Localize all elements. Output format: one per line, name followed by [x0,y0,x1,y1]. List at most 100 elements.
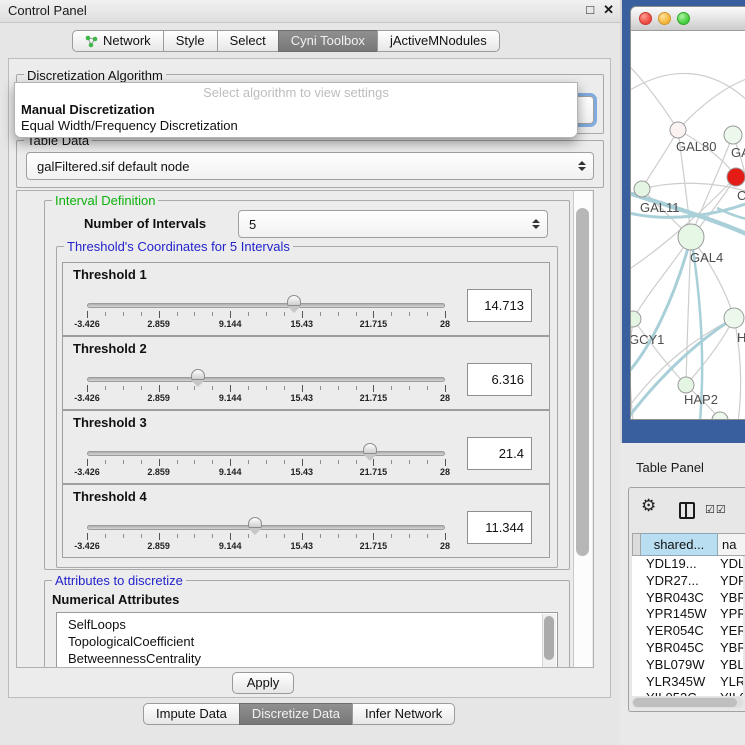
gear-icon[interactable]: ⚙ [641,496,656,516]
tick-mark [445,385,446,392]
float-window-icon[interactable]: □ [586,2,594,18]
attribute-item-topologicalcoefficient[interactable]: TopologicalCoefficient [57,633,557,650]
slider-track [87,525,445,530]
control-panel-titlebar: Control Panel □ ✕ [0,0,620,23]
slider-thumb[interactable] [191,369,205,380]
table-row[interactable]: YBR045CYBR0 [632,640,743,657]
discretization-algorithm-label: Discretization Algorithm [24,68,166,83]
tab-label: Style [176,31,205,51]
tick-label: 9.144 [219,467,242,477]
network-node[interactable] [678,224,704,250]
control-panel-window: Control Panel □ ✕ Network Style SelectCyni… [0,0,620,745]
tick-mark [105,534,106,538]
threshold-value-field[interactable]: 14.713 [467,289,532,322]
table-horizontal-scrollbar[interactable] [632,697,743,708]
cell-shared-name: YDR27... [632,573,720,590]
network-node[interactable] [678,377,694,393]
table-rows[interactable]: YDL19...YDL1YDR27...YDR2YBR043CYBR0YPR14… [632,556,743,696]
close-traffic-light-icon[interactable] [639,12,652,25]
threshold-value-field[interactable]: 11.344 [467,511,532,544]
table-row[interactable]: YIL052CYIL0 [632,690,743,696]
network-node-label: GAL80 [676,139,716,154]
number-of-intervals-combobox[interactable]: 5 [238,210,548,238]
slider-thumb[interactable] [363,443,377,454]
threshold-panel-4: Threshold 4-3.4262.8599.14415.4321.71528… [62,484,550,558]
tab-infer-network[interactable]: Infer Network [352,703,455,725]
tick-mark [338,312,339,316]
select-columns-icon[interactable]: ☑☑ [705,503,727,516]
network-node[interactable] [724,126,742,144]
table-row[interactable]: YBR043CYBR0 [632,590,743,607]
table-row[interactable]: YER054CYER0 [632,623,743,640]
threshold-slider[interactable]: -3.4262.8599.14415.4321.71528 [87,411,445,483]
attribute-item-betweennesscentrality[interactable]: BetweennessCentrality [57,650,557,667]
option-manual-discretization[interactable]: Manual Discretization [21,102,155,117]
tick-mark [445,459,446,466]
threshold-value-field[interactable]: 21.4 [467,437,532,470]
tick-mark [302,311,303,318]
network-node-label: GCY1 [631,332,664,347]
tick-mark [284,460,285,464]
tick-mark [141,386,142,390]
network-node[interactable] [727,168,745,186]
network-node[interactable] [631,311,641,327]
network-node[interactable] [724,308,744,328]
minimize-traffic-light-icon[interactable] [658,12,671,25]
tab-style[interactable]: Style [163,30,218,52]
slider-thumb[interactable] [248,517,262,528]
tab-discretize-data[interactable]: Discretize Data [239,703,353,725]
option-equal-width-frequency[interactable]: Equal Width/Frequency Discretization [21,118,238,133]
tab-cyni-toolbox[interactable]: Cyni Toolbox [278,30,378,52]
tab-jactivemnodules[interactable]: jActiveMNodules [377,30,500,52]
tick-label: 28 [440,541,450,551]
table-panel-window: ⚙ ☑☑ shared... na YDL19...YDL1YDR27...YD… [628,487,745,712]
column-header-name[interactable]: na [718,533,745,556]
threshold-slider[interactable]: -3.4262.8599.14415.4321.71528 [87,263,445,335]
table-row[interactable]: YDR27...YDR2 [632,573,743,590]
table-row[interactable]: YPR145WYPR1 [632,606,743,623]
threshold-slider[interactable]: -3.4262.8599.14415.4321.71528 [87,337,445,409]
table-row[interactable]: YLR345WYLR3 [632,674,743,691]
table-data-combobox[interactable]: galFiltered.sif default node [26,152,594,180]
close-window-icon[interactable]: ✕ [603,2,614,18]
threshold-panel-2: Threshold 2-3.4262.8599.14415.4321.71528… [62,336,550,410]
cell-name: YBR0 [720,590,743,607]
tab-select[interactable]: Select [217,30,279,52]
attribute-item-selfloops[interactable]: SelfLoops [57,616,557,633]
tick-mark [87,533,88,540]
tick-mark [320,534,321,538]
settings-vertical-scrollbar[interactable] [573,191,592,667]
tick-mark [266,460,267,464]
numerical-attributes-list[interactable]: SelfLoopsTopologicalCoefficientBetweenne… [56,612,558,668]
split-columns-icon[interactable] [679,502,695,519]
network-node[interactable] [670,122,686,138]
cell-name: YDR2 [720,573,743,590]
tick-mark [266,312,267,316]
cell-name: YDL1 [720,556,743,573]
number-of-intervals-value: 5 [239,217,531,232]
attributes-group-label: Attributes to discretize [52,573,186,588]
apply-button[interactable]: Apply [232,672,294,694]
tab-network[interactable]: Network [72,30,164,52]
tab-impute-data[interactable]: Impute Data [143,703,240,725]
tick-label: 21.715 [360,319,388,329]
column-header-shared-name[interactable]: shared... [641,533,718,556]
network-node[interactable] [634,181,650,197]
table-row[interactable]: YDL19...YDL1 [632,556,743,573]
tick-label: 2.859 [147,393,170,403]
table-row[interactable]: YBL079WYBL0 [632,657,743,674]
interval-definition-label: Interval Definition [52,193,158,208]
network-node-label: GAL11 [640,200,680,215]
threshold-value-field[interactable]: 6.316 [467,363,532,396]
attributes-scrollbar[interactable] [542,614,556,668]
tick-mark [123,460,124,464]
slider-thumb[interactable] [287,295,301,306]
zoom-traffic-light-icon[interactable] [677,12,690,25]
tick-mark [123,534,124,538]
tick-mark [320,460,321,464]
tick-mark [123,386,124,390]
network-node-label: GAL4 [690,250,723,265]
tick-mark [338,460,339,464]
network-canvas[interactable]: GAL80GACGAL11GAL4HGCY1HAP2 [631,30,745,420]
threshold-slider[interactable]: -3.4262.8599.14415.4321.71528 [87,485,445,557]
